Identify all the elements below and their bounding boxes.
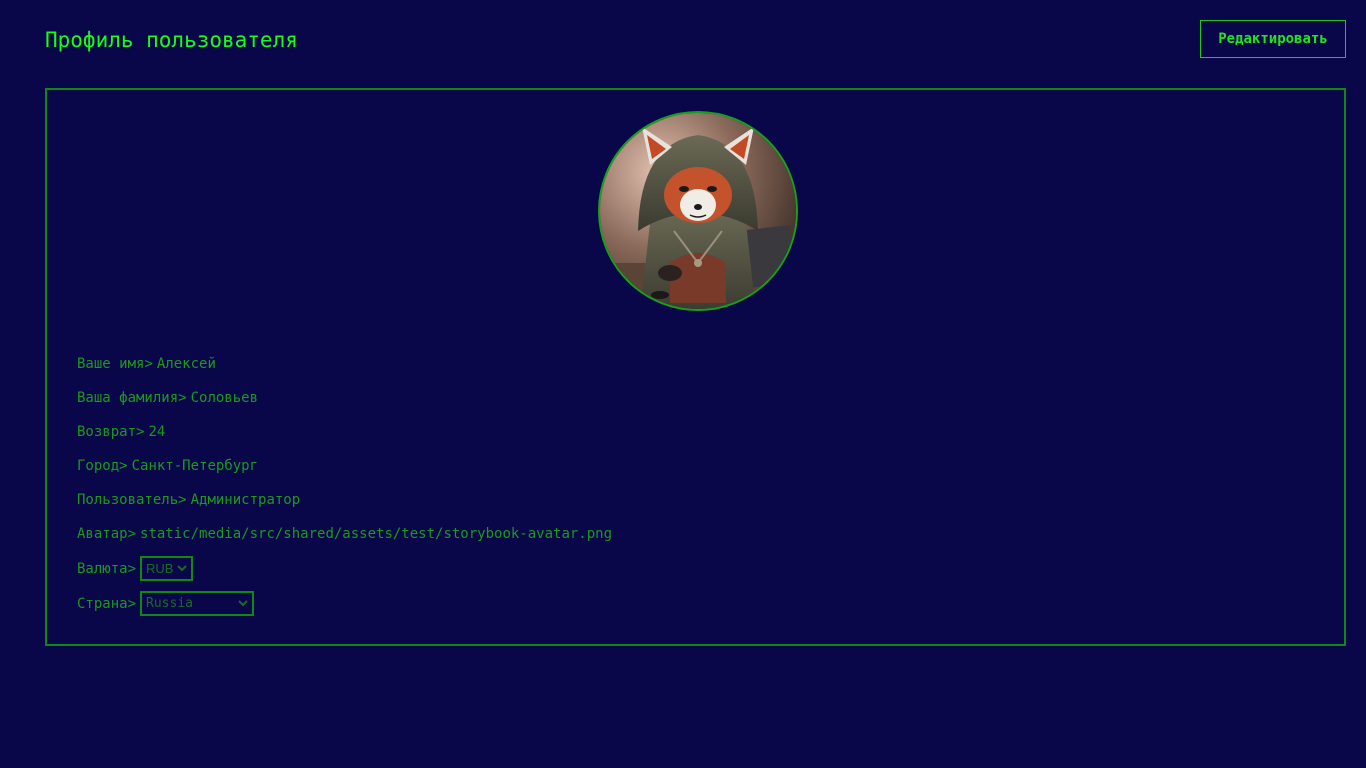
field-value: Алексей	[156, 356, 216, 372]
field-label: Страна	[77, 595, 128, 612]
field-separator: >	[178, 390, 187, 406]
currency-select[interactable]: RUB	[140, 556, 194, 581]
field-separator: >	[178, 492, 187, 508]
field-age: Возврат > 24	[77, 420, 612, 444]
profile-card: Ваше имя > Алексей Ваша фамилия > Соловь…	[45, 88, 1346, 646]
field-separator: >	[136, 424, 145, 440]
field-value: Санкт-Петербург	[131, 458, 259, 474]
field-separator: >	[127, 595, 137, 612]
field-separator: >	[127, 526, 137, 542]
edit-button[interactable]: Редактировать	[1200, 20, 1346, 58]
field-label: Ваша фамилия	[77, 390, 179, 406]
field-country: Страна > Russia	[77, 591, 612, 616]
field-separator: >	[127, 560, 137, 577]
currency-select-value: RUB	[146, 561, 174, 576]
avatar-image	[600, 113, 796, 309]
field-label: Ваше имя	[77, 356, 145, 372]
field-separator: >	[144, 356, 153, 372]
field-label: Город	[77, 458, 120, 474]
avatar	[598, 111, 798, 311]
field-last-name: Ваша фамилия > Соловьев	[77, 386, 612, 410]
country-select[interactable]: Russia	[140, 591, 255, 616]
chevron-down-icon	[177, 565, 187, 573]
page-title: Профиль пользователя	[45, 28, 298, 52]
field-label: Пользователь	[77, 492, 179, 508]
field-currency: Валюта > RUB	[77, 556, 612, 581]
field-label: Валюта	[77, 560, 128, 577]
field-label: Аватар	[77, 526, 128, 542]
field-label: Возврат	[77, 424, 137, 440]
field-value: 24	[148, 424, 166, 440]
profile-fields: Ваше имя > Алексей Ваша фамилия > Соловь…	[77, 352, 612, 626]
field-avatar: Аватар > static/media/src/shared/assets/…	[77, 522, 612, 546]
field-username: Пользователь > Администратор	[77, 488, 612, 512]
field-separator: >	[119, 458, 128, 474]
field-value: Администратор	[190, 492, 301, 508]
field-value: Соловьев	[190, 390, 259, 406]
field-first-name: Ваше имя > Алексей	[77, 352, 612, 376]
field-city: Город > Санкт-Петербург	[77, 454, 612, 478]
chevron-down-icon	[238, 600, 248, 608]
field-value: static/media/src/shared/assets/test/stor…	[140, 526, 613, 542]
country-select-value: Russia	[146, 596, 193, 611]
